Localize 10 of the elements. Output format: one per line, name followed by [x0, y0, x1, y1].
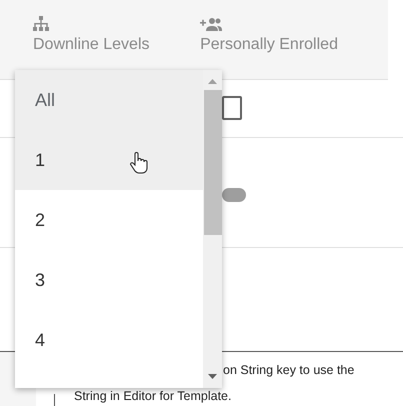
scrollbar[interactable] [203, 70, 222, 388]
hand-cursor-icon [130, 152, 148, 174]
dropdown-option[interactable]: 1 [15, 130, 203, 190]
toggle-switch[interactable] [222, 188, 246, 202]
help-text: String in Editor for Template. [74, 388, 232, 405]
scroll-down-icon[interactable] [208, 374, 217, 379]
add-people-icon [200, 16, 224, 32]
dropdown-option[interactable]: All [15, 70, 203, 130]
help-text: on String key to use the [223, 362, 354, 379]
hierarchy-icon [33, 16, 49, 32]
